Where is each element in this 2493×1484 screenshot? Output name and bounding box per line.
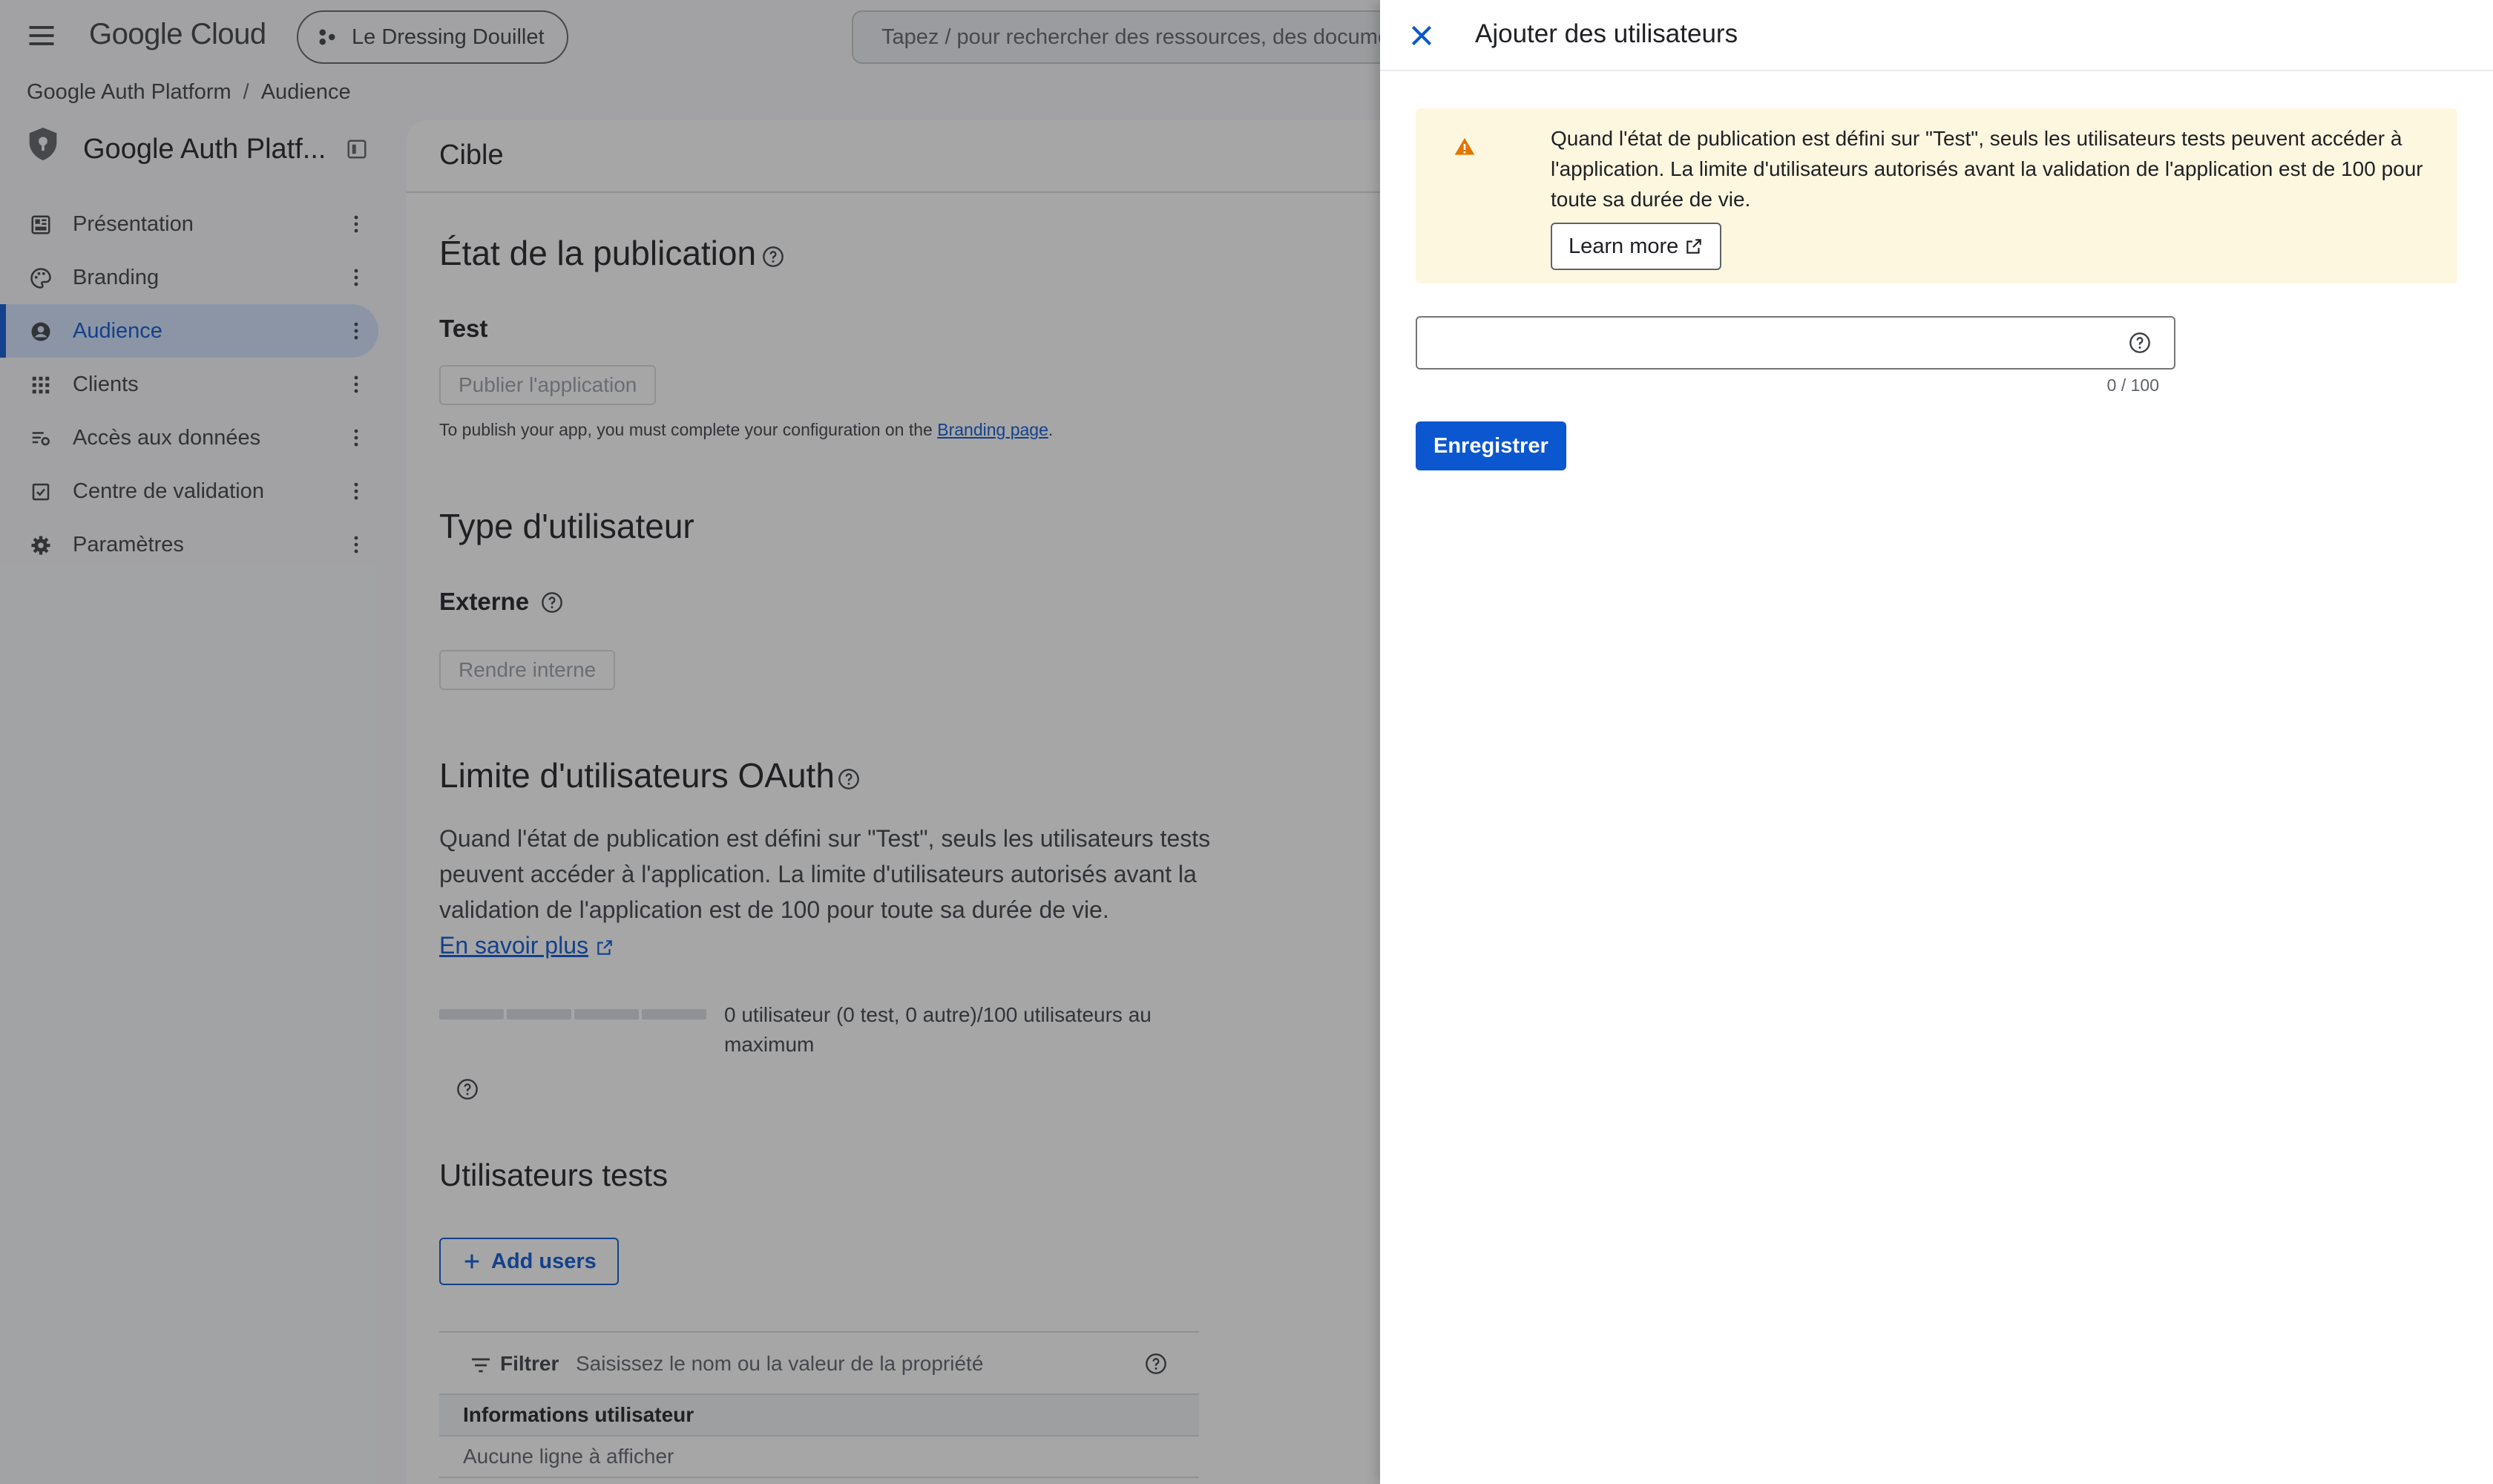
learn-more-button[interactable]: Learn more [1551,223,1722,270]
close-icon [1411,25,1432,46]
add-users-panel: Ajouter des utilisateurs Quand l'état de… [1380,0,2493,1484]
learn-more-label: Learn more [1569,234,1679,258]
user-email-input[interactable] [1416,316,2175,370]
warning-icon [1454,138,1475,155]
character-counter: 0 / 100 [2106,375,2159,395]
save-button[interactable]: Enregistrer [1416,421,1566,470]
panel-title: Ajouter des utilisateurs [1475,19,1738,48]
warning-text: Quand l'état de publication est défini s… [1551,127,2423,211]
modal-scrim[interactable] [0,0,1380,1484]
warning-banner: Quand l'état de publication est défini s… [1416,108,2457,283]
close-button[interactable] [1402,16,1441,55]
help-icon[interactable] [2128,331,2152,355]
external-link-icon [1686,239,1702,254]
panel-header: Ajouter des utilisateurs [1380,0,2493,71]
